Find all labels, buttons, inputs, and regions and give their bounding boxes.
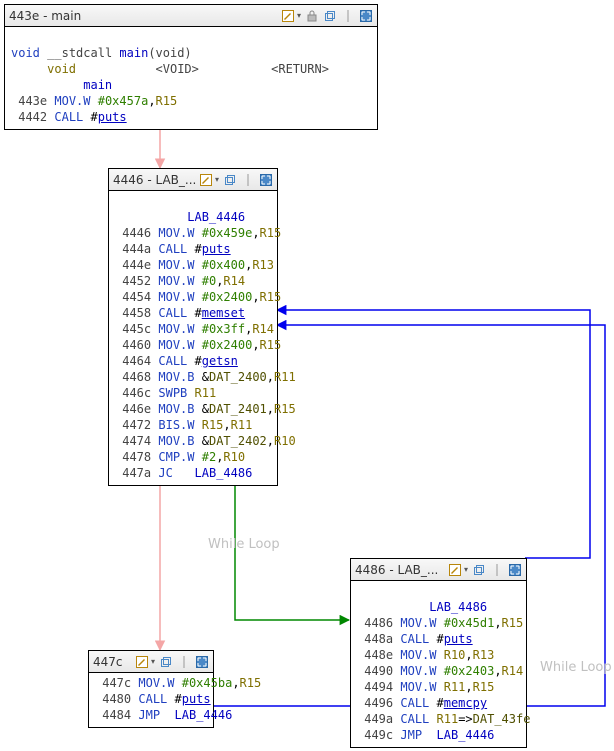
restore-icon[interactable]: [323, 9, 337, 23]
edit-icon[interactable]: [135, 655, 149, 669]
block-title: 447c: [93, 655, 123, 669]
block-4486[interactable]: 4486 - LAB_... ▾ LAB_4486 4486 MOV.W #0x…: [350, 558, 527, 748]
expand-icon[interactable]: [508, 563, 522, 577]
dropdown-arrow-icon[interactable]: ▾: [464, 565, 468, 574]
block-title: 4446 - LAB_...: [113, 173, 196, 187]
block-titlebar[interactable]: 447c ▾: [89, 651, 213, 673]
block-body: LAB_4486 4486 MOV.W #0x45d1,R15 448a CAL…: [351, 581, 526, 747]
while-loop-label: While Loop: [540, 660, 612, 675]
block-body: void __stdcall main(void) void <VOID> <R…: [5, 27, 377, 129]
block-titlebar[interactable]: 4486 - LAB_... ▾: [351, 559, 526, 581]
titlebar-icons: ▾: [199, 173, 273, 187]
block-title: 4486 - LAB_...: [355, 563, 438, 577]
edit-icon[interactable]: [281, 9, 295, 23]
titlebar-icons: ▾: [135, 655, 209, 669]
titlebar-icons: ▾: [448, 563, 522, 577]
code-lines-b3: 4486 MOV.W #0x45d1,R15 448a CALL #puts 4…: [357, 616, 530, 742]
dropdown-arrow-icon[interactable]: ▾: [151, 657, 155, 666]
block-title: 443e - main: [9, 9, 81, 23]
dropdown-arrow-icon[interactable]: ▾: [297, 11, 301, 20]
code-lines-b1: 443e MOV.W #0x457a,R15 4442 CALL #puts: [11, 94, 177, 124]
block-447c[interactable]: 447c ▾ 447c MOV.W #0x45ba,R15 4480 CALL …: [88, 650, 214, 728]
restore-icon[interactable]: [223, 173, 237, 187]
expand-icon[interactable]: [195, 655, 209, 669]
dropdown-arrow-icon[interactable]: ▾: [215, 175, 219, 184]
block-4446[interactable]: 4446 - LAB_... ▾ LAB_4446 4446 MOV.W #0x…: [108, 168, 278, 486]
block-titlebar[interactable]: 4446 - LAB_... ▾: [109, 169, 277, 191]
block-443e-main[interactable]: 443e - main ▾ void __stdcall main(void) …: [4, 4, 378, 130]
expand-icon[interactable]: [359, 9, 373, 23]
restore-icon[interactable]: [472, 563, 486, 577]
block-titlebar[interactable]: 443e - main ▾: [5, 5, 377, 27]
divider-icon: [341, 9, 355, 23]
code-lines-b2: 4446 MOV.W #0x459e,R15 444a CALL #puts 4…: [115, 226, 296, 480]
divider-icon: [490, 563, 504, 577]
edit-icon[interactable]: [448, 563, 462, 577]
restore-icon[interactable]: [159, 655, 173, 669]
titlebar-icons: ▾: [281, 9, 373, 23]
lock-icon[interactable]: [305, 9, 319, 23]
block-body: LAB_4446 4446 MOV.W #0x459e,R15 444a CAL…: [109, 191, 277, 485]
block-body: 447c MOV.W #0x45ba,R15 4480 CALL #puts 4…: [89, 673, 213, 727]
expand-icon[interactable]: [259, 173, 273, 187]
code-lines-b4: 447c MOV.W #0x45ba,R15 4480 CALL #puts 4…: [95, 676, 261, 722]
divider-icon: [241, 173, 255, 187]
edit-icon[interactable]: [199, 173, 213, 187]
while-loop-label: While Loop: [208, 537, 280, 552]
divider-icon: [177, 655, 191, 669]
